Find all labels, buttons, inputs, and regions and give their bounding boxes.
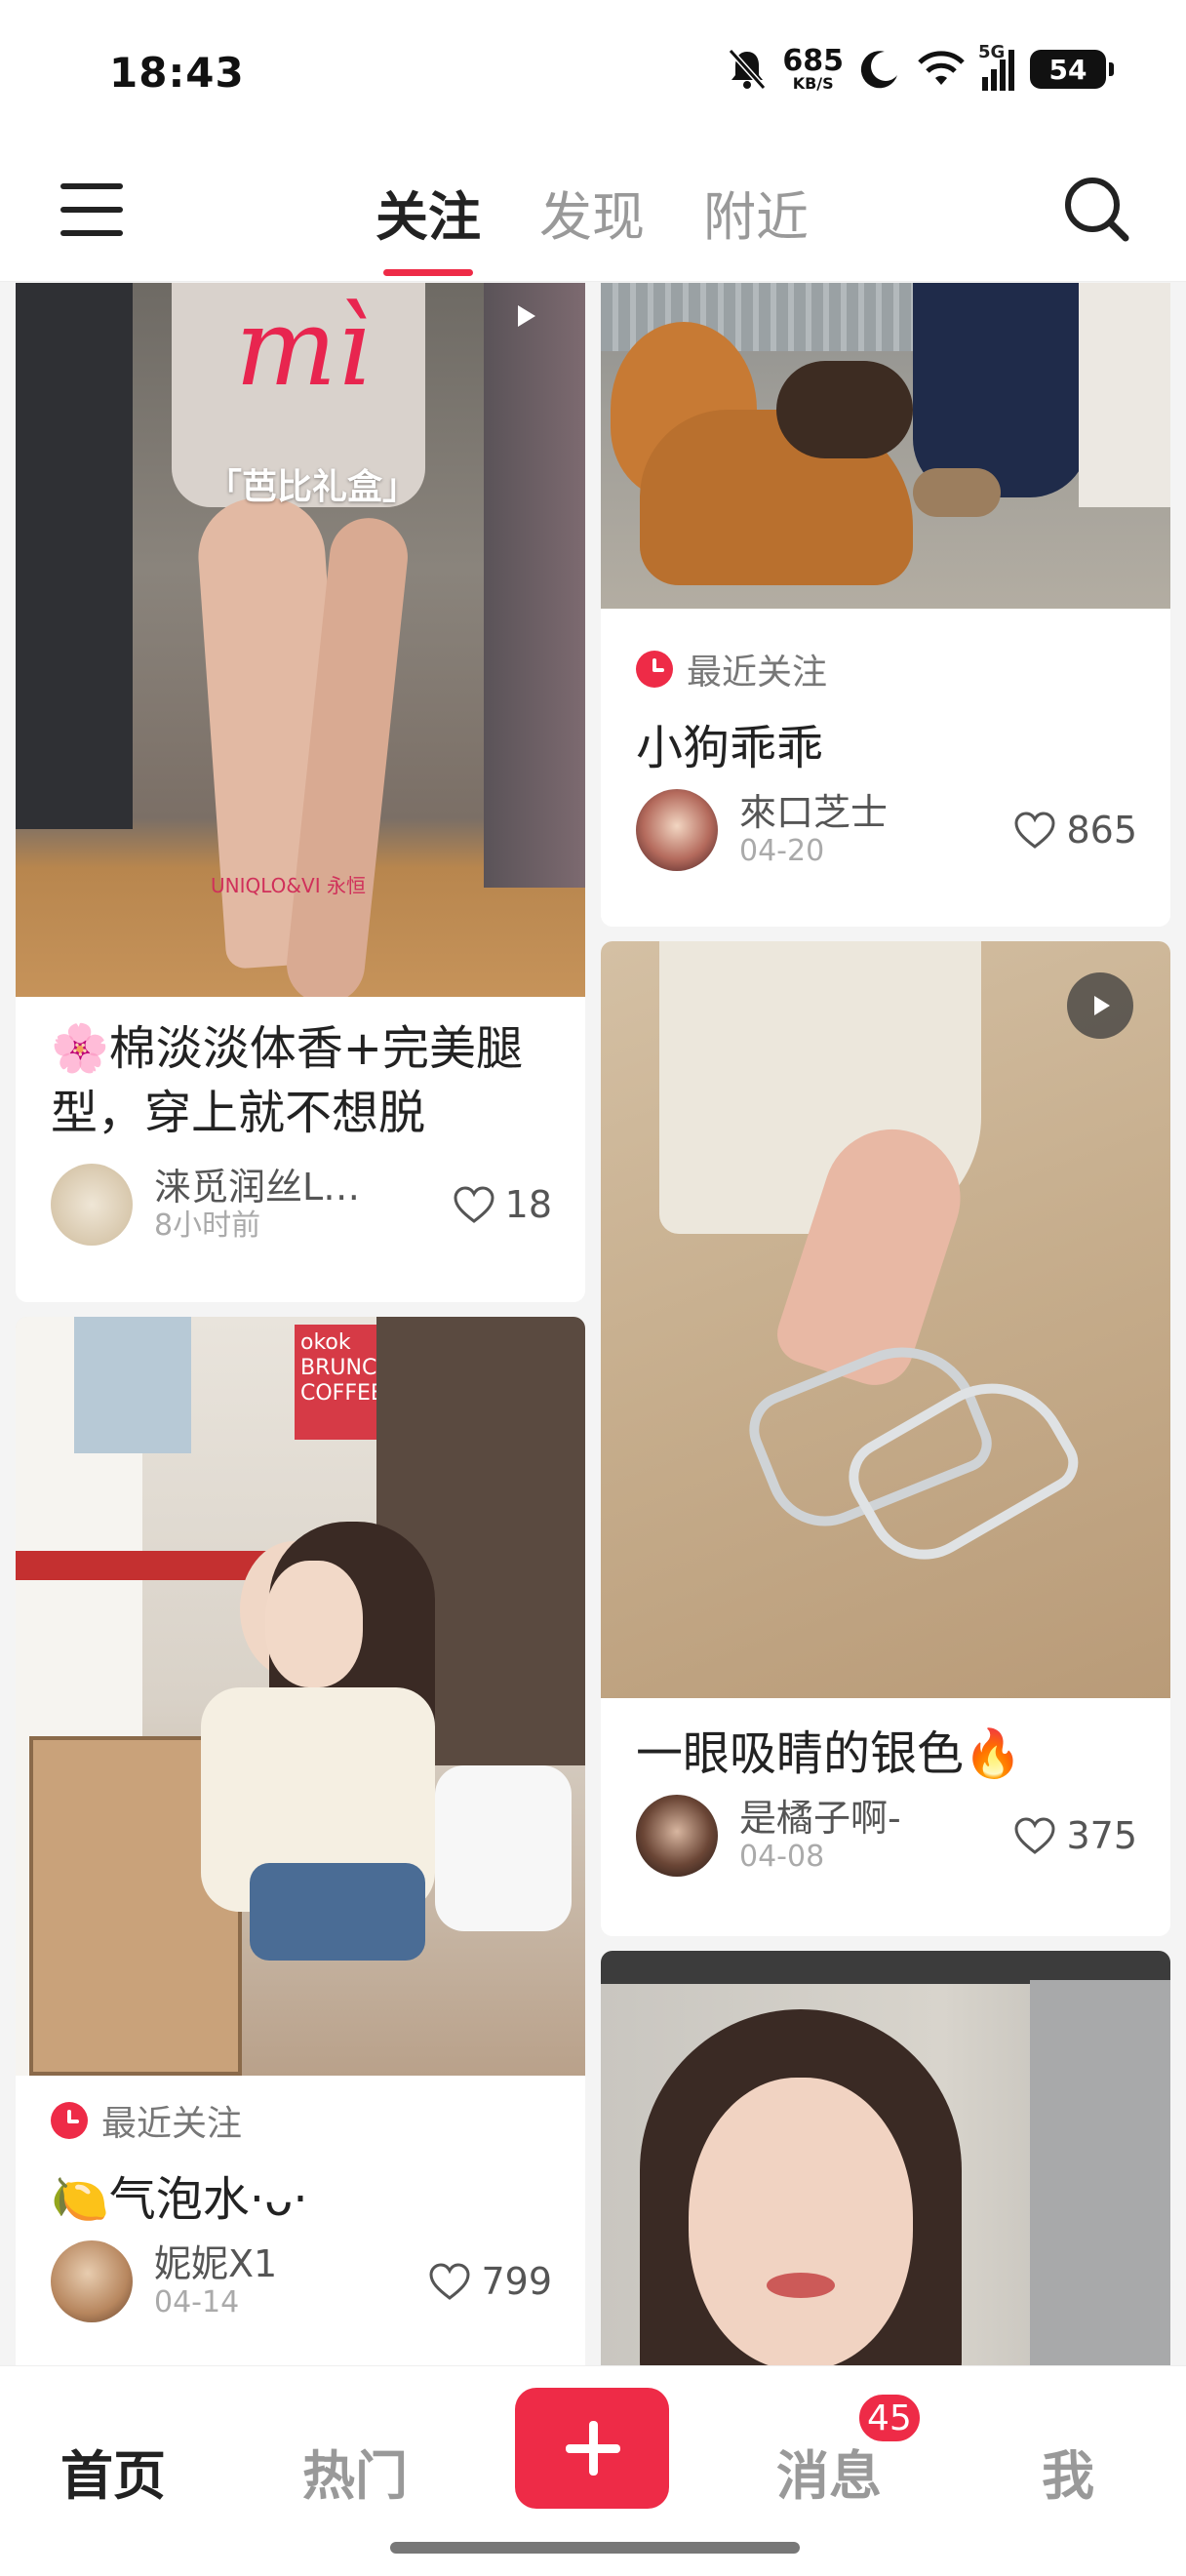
clock-icon xyxy=(51,2102,88,2139)
nav-home[interactable]: 首页 xyxy=(60,2433,166,2510)
status-bar: 18:43 685 KB/S 5G 54 xyxy=(0,0,1186,146)
clock-icon xyxy=(636,651,673,688)
like-count: 799 xyxy=(481,2260,552,2303)
note-card[interactable] xyxy=(601,1951,1170,2399)
moon-icon xyxy=(860,51,897,89)
wifi-icon xyxy=(918,51,965,85)
note-title: 一眼吸睛的银色🔥 xyxy=(636,1726,1022,1781)
like-count: 375 xyxy=(1066,1814,1137,1857)
avatar[interactable] xyxy=(636,1795,718,1877)
nav-me[interactable]: 我 xyxy=(1042,2433,1094,2510)
bell-muted-icon xyxy=(729,48,767,91)
avatar[interactable] xyxy=(51,1164,133,1246)
messages-badge: 45 xyxy=(856,2392,923,2444)
note-cover-image[interactable]: mì 「芭比礼盒」 UNIQLO&VI 永恒 xyxy=(16,283,585,997)
heart-icon xyxy=(429,2263,470,2300)
note-title: 🍋气泡水·ᴗ· xyxy=(51,2172,308,2227)
status-time: 18:43 xyxy=(109,49,245,97)
note-meta: 來口芝士 04-20 865 xyxy=(636,788,1137,872)
note-cover-image[interactable]: okok BRUNCH COFFEE xyxy=(16,1317,585,2076)
note-meta: 妮妮X1 04-14 799 xyxy=(51,2239,552,2323)
note-title: 🌸棉淡淡体香+完美腿型，穿上就不想脱 xyxy=(51,1021,523,1140)
note-cover-image[interactable] xyxy=(601,283,1170,609)
author-name[interactable]: 涞觅润丝L… xyxy=(154,1166,388,1209)
author-name[interactable]: 來口芝士 xyxy=(739,791,973,834)
heart-icon xyxy=(1014,1817,1055,1854)
note-cover-image[interactable] xyxy=(601,1951,1170,2399)
sign-text: okok BRUNCH COFFEE xyxy=(295,1325,393,1440)
note-card[interactable]: okok BRUNCH COFFEE 最近关注 🍋气泡水·ᴗ· 妮妮X1 04-… xyxy=(16,1317,585,2390)
tab-discover[interactable]: 发现 xyxy=(539,174,645,276)
like-button[interactable]: 375 xyxy=(1013,1814,1137,1857)
heart-icon xyxy=(454,1186,494,1223)
search-icon[interactable] xyxy=(1057,170,1135,248)
post-time: 8小时前 xyxy=(154,1209,261,1243)
nav-hot[interactable]: 热门 xyxy=(302,2433,408,2510)
video-play-icon xyxy=(492,283,558,349)
overlay-caption: 「芭比礼盒」 xyxy=(207,467,418,507)
post-time: 04-20 xyxy=(739,834,825,868)
recent-follow-label: 最近关注 xyxy=(636,644,1137,694)
network-speed: 685 KB/S xyxy=(782,44,844,93)
note-title: 小狗乖乖 xyxy=(636,721,824,775)
tab-following[interactable]: 关注 xyxy=(376,174,481,276)
status-icons: 685 KB/S 5G 54 xyxy=(728,42,1114,93)
tab-nearby[interactable]: 附近 xyxy=(703,174,809,276)
avatar[interactable] xyxy=(51,2240,133,2322)
heart-icon xyxy=(1014,812,1055,849)
top-nav: 关注 发现 附近 xyxy=(0,146,1186,282)
note-cover-image[interactable] xyxy=(601,941,1170,1698)
add-post-button[interactable] xyxy=(515,2388,669,2509)
note-meta: 涞觅润丝L… 8小时前 18 xyxy=(51,1163,552,1247)
post-time: 04-08 xyxy=(739,1840,825,1874)
author-name[interactable]: 是橘子啊- xyxy=(739,1797,973,1840)
like-button[interactable]: 799 xyxy=(428,2260,552,2303)
note-card[interactable]: 最近关注 小狗乖乖 來口芝士 04-20 865 xyxy=(601,283,1170,927)
menu-icon[interactable] xyxy=(60,183,123,238)
like-button[interactable]: 18 xyxy=(453,1183,552,1226)
note-card[interactable]: mì 「芭比礼盒」 UNIQLO&VI 永恒 🌸棉淡淡体香+完美腿型，穿上就不想… xyxy=(16,283,585,1302)
avatar[interactable] xyxy=(636,789,718,871)
home-indicator[interactable] xyxy=(390,2542,800,2554)
like-button[interactable]: 865 xyxy=(1013,809,1137,852)
author-name[interactable]: 妮妮X1 xyxy=(154,2242,388,2285)
post-time: 04-14 xyxy=(154,2285,240,2319)
video-play-icon xyxy=(1067,972,1133,1039)
nav-messages[interactable]: 消息 xyxy=(776,2433,882,2510)
feed-tabs: 关注 发现 附近 xyxy=(376,174,809,276)
note-card[interactable]: 一眼吸睛的银色🔥 是橘子啊- 04-08 375 xyxy=(601,941,1170,1936)
battery-icon: 54 xyxy=(1030,50,1114,89)
like-count: 18 xyxy=(504,1183,552,1226)
overlay-script-text: mì xyxy=(235,285,372,410)
recent-follow-label: 最近关注 xyxy=(51,2095,552,2146)
note-meta: 是橘子啊- 04-08 375 xyxy=(636,1794,1137,1878)
signal-icon: 5G xyxy=(978,42,1014,91)
like-count: 865 xyxy=(1066,809,1137,852)
overlay-watermark: UNIQLO&VI 永恒 xyxy=(211,874,366,897)
